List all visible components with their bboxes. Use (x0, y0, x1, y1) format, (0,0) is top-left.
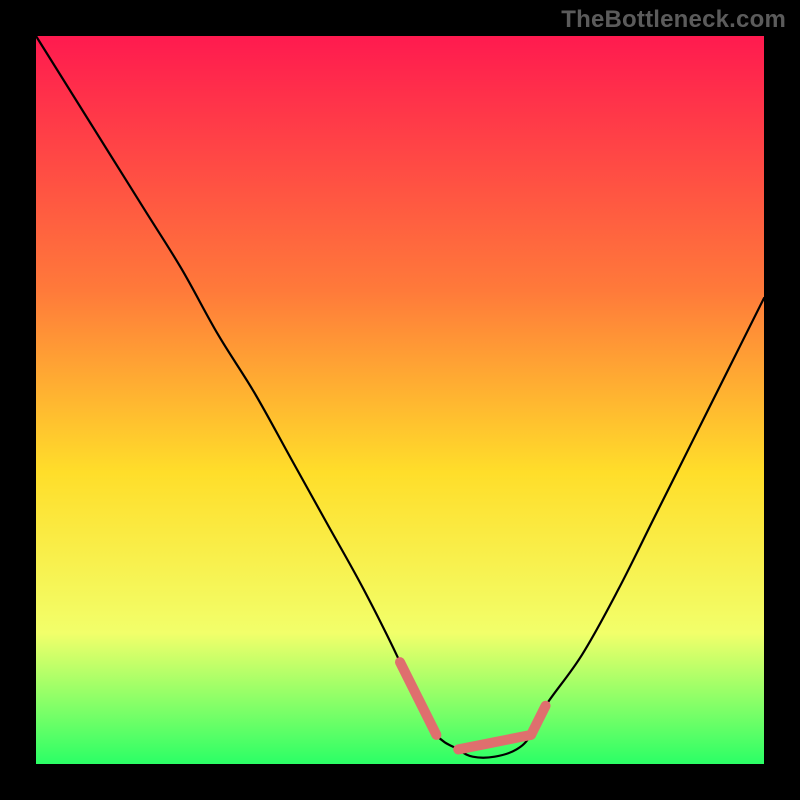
watermark-label: TheBottleneck.com (561, 6, 786, 34)
chart-container: TheBottleneck.com (0, 0, 800, 800)
bottleneck-chart (0, 0, 800, 800)
plot-background (36, 36, 764, 764)
